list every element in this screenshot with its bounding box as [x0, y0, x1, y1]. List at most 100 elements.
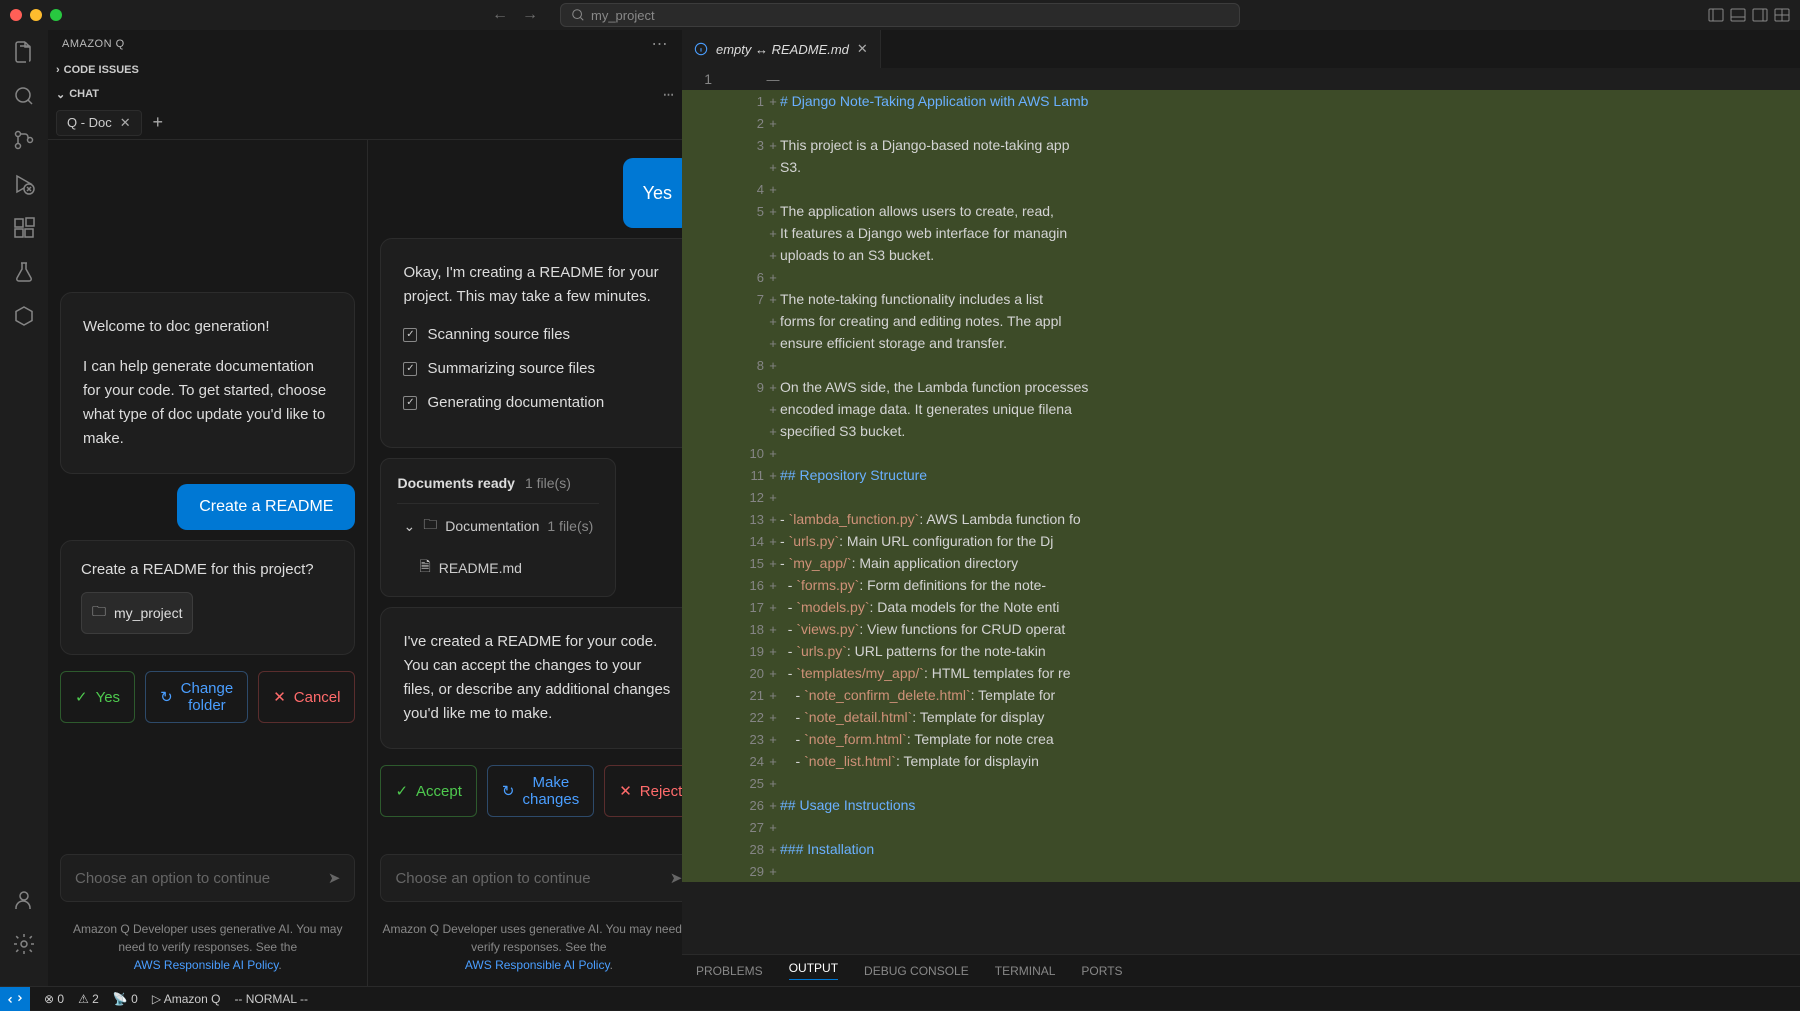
close-window[interactable]: [10, 9, 22, 21]
source-control-icon[interactable]: [12, 128, 36, 152]
maximize-window[interactable]: [50, 9, 62, 21]
review-actions: ✓ Accept ↻ Make changes ✕ Reject: [380, 765, 697, 817]
send-icon[interactable]: ➤: [328, 869, 341, 887]
minimize-window[interactable]: [30, 9, 42, 21]
layout-controls: [1708, 7, 1790, 23]
change-folder-button[interactable]: ↻ Change folder: [145, 671, 248, 723]
check-icon: ✓: [75, 688, 88, 706]
run-debug-icon[interactable]: [12, 172, 36, 196]
folder-icon: 🗀: [423, 514, 437, 538]
layout-right-icon[interactable]: [1752, 7, 1768, 23]
activity-bar: [0, 30, 48, 986]
tab-ports[interactable]: PORTS: [1081, 964, 1122, 978]
explorer-icon[interactable]: [12, 40, 36, 64]
amazon-q-status[interactable]: ▷ Amazon Q: [152, 992, 221, 1006]
tab-label: empty ↔ README.md: [716, 42, 849, 57]
cancel-button[interactable]: ✕ Cancel: [258, 671, 355, 723]
welcome-title: Welcome to doc generation!: [83, 315, 332, 339]
chat-tabs: Q - Doc ✕ +: [48, 106, 682, 140]
make-changes-button[interactable]: ↻ Make changes: [487, 765, 594, 817]
warning-count[interactable]: ⚠ 2: [78, 992, 99, 1006]
refresh-icon: ↻: [502, 782, 515, 800]
close-icon[interactable]: ✕: [120, 115, 131, 131]
send-icon[interactable]: ➤: [670, 869, 683, 887]
input-placeholder: Choose an option to continue: [75, 870, 270, 887]
layout-left-icon[interactable]: [1708, 7, 1724, 23]
disclaimer-link[interactable]: AWS Responsible AI Policy: [134, 958, 279, 972]
layout-customize-icon[interactable]: [1774, 7, 1790, 23]
panel-header: AMAZON Q ⋯: [48, 30, 682, 58]
search-text: my_project: [591, 8, 655, 23]
close-icon[interactable]: ✕: [857, 41, 868, 57]
bottom-panel-tabs: PROBLEMS OUTPUT DEBUG CONSOLE TERMINAL P…: [682, 954, 1800, 986]
section-code-issues[interactable]: › CODE ISSUES: [48, 58, 682, 82]
nav-forward-icon[interactable]: →: [522, 6, 538, 24]
chevron-down-icon: ⌄: [403, 518, 415, 535]
tab-terminal[interactable]: TERMINAL: [995, 964, 1056, 978]
folder-name: my_project: [114, 605, 182, 621]
error-count[interactable]: ⊗ 0: [44, 992, 64, 1006]
remote-indicator[interactable]: [0, 987, 30, 1011]
tab-debug-console[interactable]: DEBUG CONSOLE: [864, 964, 969, 978]
docs-count: 1 file(s): [525, 475, 571, 491]
panel-more-icon[interactable]: ⋯: [652, 34, 669, 54]
section-chat[interactable]: ⌄ CHAT ⋯: [48, 82, 682, 106]
layout-bottom-icon[interactable]: [1730, 7, 1746, 23]
docs-file-row[interactable]: 🗎 README.md: [397, 556, 599, 580]
disclaimer-link[interactable]: AWS Responsible AI Policy: [465, 958, 610, 972]
file-icon: 🗎: [419, 556, 430, 580]
nav-back-icon[interactable]: ←: [492, 6, 508, 24]
extensions-icon[interactable]: [12, 216, 36, 240]
chat-input[interactable]: Choose an option to continue ➤: [60, 854, 355, 902]
command-center[interactable]: my_project: [560, 3, 1240, 27]
accept-button[interactable]: ✓ Accept: [380, 765, 476, 817]
new-chat-tab[interactable]: +: [146, 111, 170, 135]
section-label: CODE ISSUES: [64, 64, 139, 76]
progress-text: Okay, I'm creating a README for your pro…: [403, 261, 674, 309]
welcome-message: Welcome to doc generation! I can help ge…: [60, 292, 355, 474]
confirm-actions: ✓ Yes ↻ Change folder ✕ Cancel: [60, 671, 355, 723]
editor-body[interactable]: 1—1+# Django Note-Taking Application wit…: [682, 68, 1800, 954]
checkbox-icon: ✓: [403, 362, 417, 376]
nav-arrows: ← →: [492, 6, 538, 24]
statusbar: ⊗ 0 ⚠ 2 📡 0 ▷ Amazon Q -- NORMAL --: [0, 986, 1800, 1010]
tab-output[interactable]: OUTPUT: [789, 961, 838, 980]
checkbox-icon: ✓: [403, 396, 417, 410]
confirm-question: Create a README for this project?: [81, 561, 334, 578]
account-icon[interactable]: [12, 888, 36, 912]
window-controls: [10, 9, 62, 21]
amazon-q-icon[interactable]: [12, 304, 36, 328]
confirm-card: Create a README for this project? 🗀 my_p…: [60, 540, 355, 655]
panel-title: AMAZON Q: [62, 38, 125, 50]
remote-icon: [8, 992, 22, 1006]
gear-icon[interactable]: [12, 932, 36, 956]
progress-message: Okay, I'm creating a README for your pro…: [380, 238, 697, 448]
chat-column-left: Welcome to doc generation! I can help ge…: [48, 140, 367, 986]
search-icon[interactable]: [12, 84, 36, 108]
checkbox-icon: ✓: [403, 328, 417, 342]
ports-count[interactable]: 📡 0: [113, 992, 138, 1006]
tab-problems[interactable]: PROBLEMS: [696, 964, 763, 978]
close-icon: ✕: [619, 782, 632, 800]
search-icon: [571, 8, 585, 22]
vim-mode: -- NORMAL --: [234, 992, 308, 1006]
welcome-body: I can help generate documentation for yo…: [83, 355, 332, 451]
created-message: I've created a README for your code. You…: [380, 607, 697, 749]
create-readme-button[interactable]: Create a README: [177, 484, 355, 530]
yes-button[interactable]: ✓ Yes: [60, 671, 135, 723]
editor-tabs: empty ↔ README.md ✕: [682, 30, 1800, 68]
folder-chip[interactable]: 🗀 my_project: [81, 592, 193, 634]
chevron-right-icon: ›: [56, 64, 60, 76]
folder-icon: 🗀: [92, 601, 106, 625]
flask-icon[interactable]: [12, 260, 36, 284]
section-label: CHAT: [69, 88, 99, 100]
chevron-down-icon: ⌄: [56, 88, 65, 101]
editor-tab[interactable]: empty ↔ README.md ✕: [682, 30, 881, 68]
docs-folder-row[interactable]: ⌄ 🗀 Documentation 1 file(s): [397, 503, 599, 548]
chat-input[interactable]: Choose an option to continue ➤: [380, 854, 697, 902]
section-more-icon[interactable]: ⋯: [663, 88, 674, 101]
refresh-icon: ↻: [160, 688, 173, 706]
docs-ready-label: Documents ready: [397, 475, 514, 491]
chat-tab[interactable]: Q - Doc ✕: [56, 110, 142, 136]
check-icon: ✓: [395, 782, 408, 800]
